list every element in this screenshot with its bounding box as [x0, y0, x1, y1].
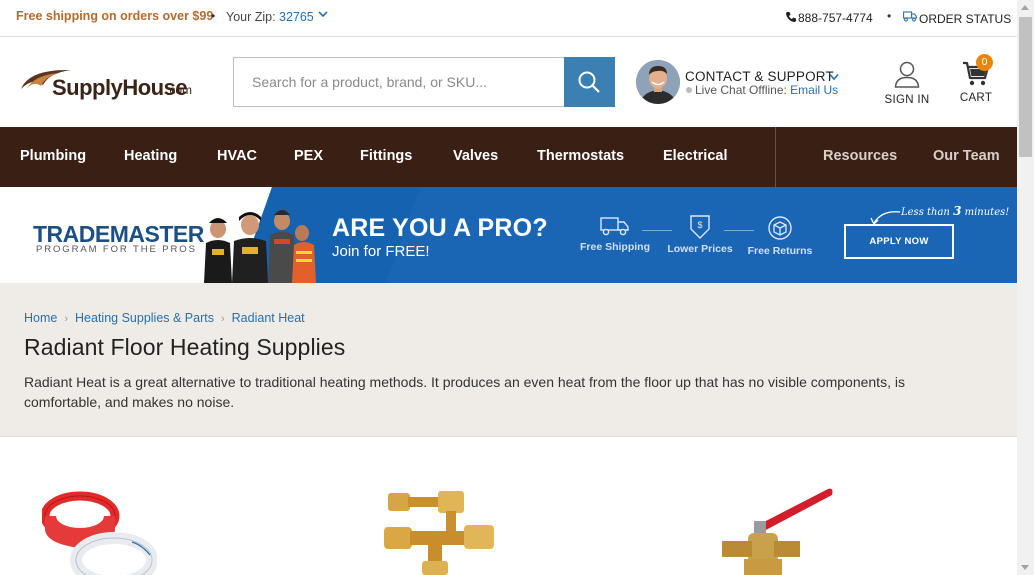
breadcrumb-home[interactable]: Home: [24, 311, 57, 325]
category-header: Home › Heating Supplies & Parts › Radiant He…: [0, 283, 1017, 437]
breadcrumb-radiant-heat[interactable]: Radiant Heat: [232, 311, 305, 325]
feature-label: Free Returns: [747, 245, 813, 257]
nav-item-our-team[interactable]: Our Team: [933, 148, 1000, 164]
feature-lower-prices: $ Lower Prices: [660, 215, 740, 255]
search-input[interactable]: [234, 58, 565, 106]
phone-number-link[interactable]: 888-757-4774: [798, 11, 873, 25]
main-navigation: Plumbing Heating HVAC PEX Fittings Valve…: [0, 127, 1017, 187]
cart-button[interactable]: 0 CART: [954, 54, 998, 104]
chevron-right-icon: ›: [220, 313, 225, 325]
nav-item-heating[interactable]: Heating: [124, 148, 177, 164]
feature-label: Free Shipping: [579, 241, 650, 253]
contact-support-menu[interactable]: CONTACT & SUPPORT: [685, 69, 834, 84]
free-shipping-notice: Free shipping on orders over $99: [16, 9, 214, 23]
support-agent-avatar: [636, 60, 680, 104]
trademaster-tagline: PROGRAM FOR THE PROS: [36, 244, 197, 255]
site-logo[interactable]: SupplyHouse .com: [19, 67, 219, 103]
search-icon: [578, 71, 600, 93]
banner-headline: ARE YOU A PRO?: [332, 214, 548, 242]
user-icon: [894, 61, 920, 88]
status-dot: [686, 87, 692, 93]
page-scrollbar[interactable]: [1017, 0, 1034, 575]
nav-item-hvac[interactable]: HVAC: [217, 148, 257, 164]
apply-now-button[interactable]: APPLY NOW: [844, 224, 954, 259]
nav-item-plumbing[interactable]: Plumbing: [20, 148, 86, 164]
breadcrumb-heating-supplies[interactable]: Heating Supplies & Parts: [75, 311, 214, 325]
scroll-thumb[interactable]: [1019, 17, 1032, 157]
order-status-link[interactable]: ORDER STATUS: [919, 12, 1011, 26]
feature-free-shipping: Free Shipping: [575, 215, 655, 253]
zip-value[interactable]: 32765: [279, 10, 314, 24]
nav-item-electrical[interactable]: Electrical: [663, 148, 728, 164]
price-tag-icon: $: [690, 215, 710, 239]
page-title: Radiant Floor Heating Supplies: [24, 334, 346, 360]
svg-text:$: $: [697, 220, 702, 230]
nav-item-thermostats[interactable]: Thermostats: [537, 148, 624, 164]
top-utility-bar: Free shipping on orders over $99 • Your …: [0, 0, 1017, 37]
scroll-down-arrow-icon[interactable]: [1021, 565, 1029, 570]
logo-suffix: .com: [166, 83, 193, 97]
banner-subline: Join for FREE!: [332, 243, 430, 260]
scroll-up-arrow-icon[interactable]: [1021, 5, 1029, 10]
trademaster-promo-banner[interactable]: TRADEMASTER PROGRAM FOR THE PROS ARE YOU…: [0, 187, 1017, 283]
nav-divider: [775, 127, 776, 187]
phone-icon: [786, 12, 796, 22]
category-description: Radiant Heat is a great alternative to t…: [24, 374, 905, 410]
nav-item-fittings[interactable]: Fittings: [360, 148, 412, 164]
feature-label: Lower Prices: [667, 243, 733, 255]
ball-valve-image[interactable]: [720, 481, 840, 575]
cart-label: CART: [959, 92, 993, 104]
live-chat-status: Live Chat Offline: Email Us: [686, 83, 838, 97]
chat-status-text: Live Chat Offline:: [695, 83, 787, 97]
chevron-down-icon[interactable]: [829, 73, 839, 81]
chevron-right-icon: ›: [64, 313, 69, 325]
pex-tubing-image[interactable]: [42, 490, 157, 575]
sign-in-button[interactable]: SIGN IN: [880, 60, 934, 106]
search-button[interactable]: [564, 57, 615, 107]
pros-group-image: [204, 210, 316, 283]
site-header: SupplyHouse .com CONTACT & SUPPORT Live …: [0, 37, 1017, 127]
zip-label: Your Zip:: [226, 10, 276, 24]
returns-icon: [768, 216, 792, 240]
truck-icon: [903, 11, 917, 22]
chevron-down-icon[interactable]: [318, 9, 328, 19]
nav-item-resources[interactable]: Resources: [823, 148, 897, 164]
separator-dot: •: [211, 9, 216, 23]
breadcrumb: Home › Heating Supplies & Parts › Radiant He…: [24, 311, 305, 325]
shipping-icon: [600, 217, 629, 236]
cart-count-badge: 0: [976, 54, 993, 71]
nav-item-pex[interactable]: PEX: [294, 148, 323, 164]
less-than-3-minutes-note: Less than 3 minutes!: [901, 204, 1010, 218]
sign-in-label: SIGN IN: [884, 94, 930, 106]
separator-dot: •: [887, 9, 892, 23]
nav-item-valves[interactable]: Valves: [453, 148, 498, 164]
email-us-link[interactable]: Email Us: [790, 83, 838, 97]
search-bar: [233, 57, 615, 107]
pex-fittings-image[interactable]: [380, 487, 500, 575]
feature-free-returns: Free Returns: [740, 215, 820, 257]
product-category-grid: [0, 437, 1017, 575]
